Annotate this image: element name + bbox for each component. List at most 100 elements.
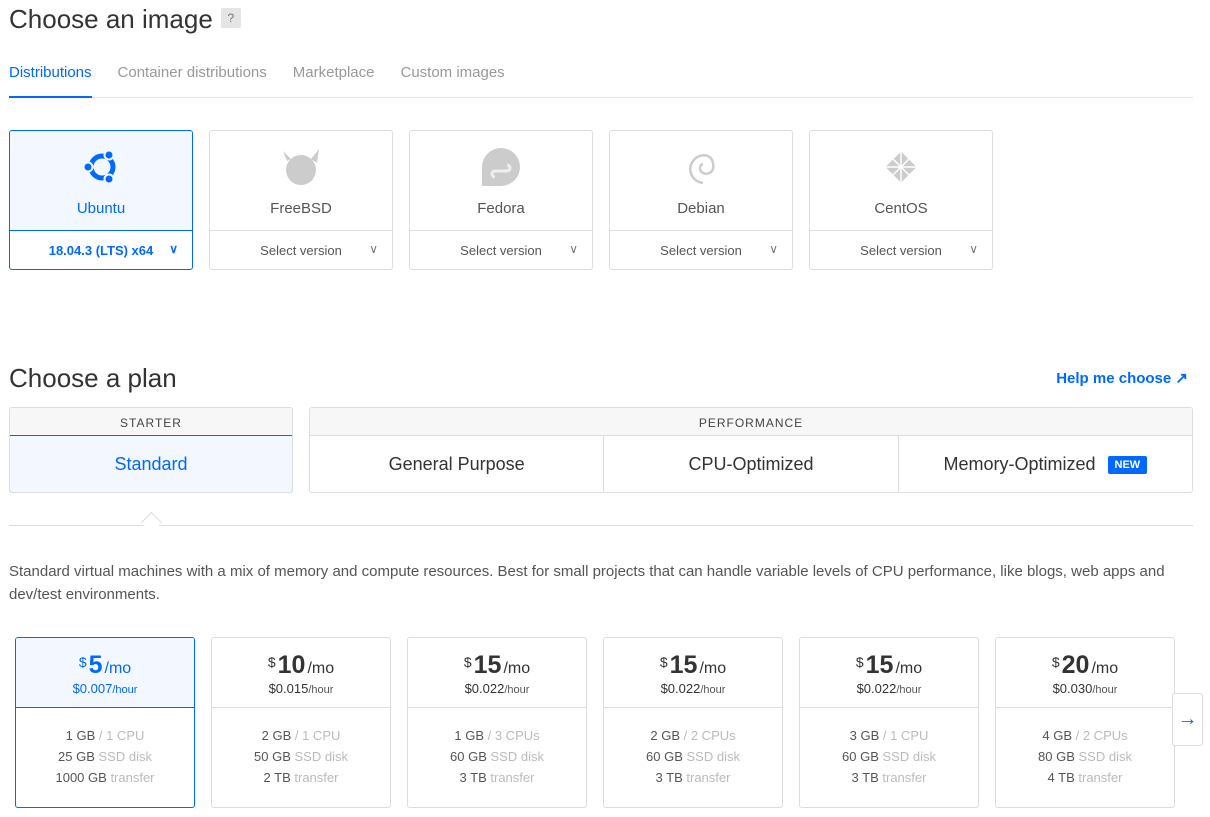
per-hour: /hour <box>1092 684 1117 696</box>
starter-header: STARTER <box>10 408 292 436</box>
per-hour: /hour <box>700 684 725 696</box>
hourly-amount: $0.007 <box>73 681 113 696</box>
memory-cpu: 1 GB / 3 CPUs <box>408 725 586 746</box>
plan-type-general-purpose[interactable]: General Purpose <box>310 436 604 493</box>
plan-description: Standard virtual machines with a mix of … <box>9 560 1199 606</box>
distro-card-fedora[interactable]: Fedora Select version∨ <box>409 130 593 270</box>
distro-card-debian[interactable]: Debian Select version ∨ <box>609 130 793 270</box>
disk: 60 GB SSD disk <box>604 746 782 767</box>
tab-custom-images[interactable]: Custom images <box>400 60 504 98</box>
memory-cpu: 2 GB / 2 CPUs <box>604 725 782 746</box>
memory: 3 GB <box>850 728 880 743</box>
currency: $ <box>464 654 472 670</box>
version-select[interactable]: Select version ∨ <box>410 231 592 270</box>
version-select[interactable]: 18.04.3 (LTS) x64 ∨ <box>10 231 192 270</box>
plan-card[interactable]: $20/mo $0.030/hour 4 GB / 2 CPUs 80 GB S… <box>995 637 1175 808</box>
plan-list: $5/mo $0.007/hour 1 GB / 1 CPU 25 GB SSD… <box>15 637 1175 808</box>
transfer: 4 TB transfer <box>996 767 1174 788</box>
performance-group: PERFORMANCE General Purpose CPU-Optimize… <box>309 407 1193 493</box>
per-month: /mo <box>699 660 726 677</box>
currency: $ <box>79 654 87 670</box>
currency: $ <box>660 654 668 670</box>
memory-cpu: 1 GB / 1 CPU <box>16 725 194 746</box>
disk: 60 GB SSD disk <box>408 746 586 767</box>
centos-logo-icon <box>881 147 921 187</box>
transfer-label: transfer <box>490 770 534 785</box>
distro-card-ubuntu[interactable]: Ubuntu 18.04.3 (LTS) x64 ∨ <box>9 130 193 270</box>
distro-card-centos[interactable]: CentOS Select version ∨ <box>809 130 993 270</box>
transfer: 3 TB transfer <box>604 767 782 788</box>
chevron-down-icon: ∨ <box>169 242 178 256</box>
monthly-amount: 5 <box>89 651 103 679</box>
chevron-down-icon: ∨ <box>769 242 778 256</box>
distro-name: Debian <box>610 200 792 217</box>
transfer: 3 TB transfer <box>408 767 586 788</box>
option-label: Memory-Optimized <box>943 454 1095 475</box>
distro-name: CentOS <box>810 200 992 217</box>
hourly-amount: $0.015 <box>269 681 309 696</box>
hourly-price: $0.022/hour <box>800 681 978 696</box>
distro-name: Ubuntu <box>10 200 192 217</box>
monthly-amount: 10 <box>278 651 306 679</box>
per-month: /mo <box>503 660 530 677</box>
transfer-amount: 3 TB <box>460 770 487 785</box>
tab-marketplace[interactable]: Marketplace <box>293 60 375 98</box>
transfer: 2 TB transfer <box>212 767 390 788</box>
title-text: Choose an image <box>9 4 213 34</box>
help-icon[interactable]: ? <box>221 8 241 28</box>
disk: 80 GB SSD disk <box>996 746 1174 767</box>
monthly-amount: 15 <box>866 651 894 679</box>
cpu: / 3 CPUs <box>488 728 540 743</box>
plan-card[interactable]: $10/mo $0.015/hour 2 GB / 1 CPU 50 GB SS… <box>211 637 391 808</box>
next-arrow-button[interactable]: → <box>1172 693 1203 746</box>
memory-cpu: 4 GB / 2 CPUs <box>996 725 1174 746</box>
distro-card-freebsd[interactable]: FreeBSD Select version ∨ <box>209 130 393 270</box>
version-value: Select version <box>660 243 742 258</box>
transfer-amount: 1000 GB <box>55 770 106 785</box>
plan-type-cpu-optimized[interactable]: CPU-Optimized <box>604 436 898 493</box>
plan-card[interactable]: $5/mo $0.007/hour 1 GB / 1 CPU 25 GB SSD… <box>15 637 195 808</box>
transfer: 3 TB transfer <box>800 767 978 788</box>
memory: 1 GB <box>454 728 484 743</box>
version-value: Select version <box>860 243 942 258</box>
currency: $ <box>1052 654 1060 670</box>
freebsd-logo-icon <box>281 147 321 187</box>
cpu: / 1 CPU <box>883 728 929 743</box>
image-section-title: Choose an image? <box>9 4 241 35</box>
version-value: Select version <box>460 243 542 258</box>
monthly-amount: 20 <box>1062 651 1090 679</box>
disk-size: 50 GB <box>254 749 291 764</box>
cpu: / 2 CPUs <box>684 728 736 743</box>
tab-distributions[interactable]: Distributions <box>9 60 92 98</box>
version-value: Select version <box>260 243 342 258</box>
plan-type-standard[interactable]: Standard <box>9 435 293 493</box>
chevron-down-icon: ∨ <box>369 242 378 256</box>
per-hour: /hour <box>112 684 137 696</box>
divider <box>9 525 1193 526</box>
monthly-amount: 15 <box>474 651 502 679</box>
distro-name: FreeBSD <box>210 200 392 217</box>
image-tabs: Distributions Container distributions Ma… <box>9 60 1193 98</box>
hourly-price: $0.022/hour <box>408 681 586 696</box>
chevron-down-icon: ∨ <box>569 242 578 256</box>
transfer-amount: 2 TB <box>264 770 291 785</box>
per-hour: /hour <box>896 684 921 696</box>
chevron-down-icon: ∨ <box>969 242 978 256</box>
plan-card[interactable]: $15/mo $0.022/hour 1 GB / 3 CPUs 60 GB S… <box>407 637 587 808</box>
plan-type-memory-optimized[interactable]: Memory-Optimized NEW <box>899 436 1192 493</box>
tab-container-distributions[interactable]: Container distributions <box>118 60 267 98</box>
plan-card[interactable]: $15/mo $0.022/hour 3 GB / 1 CPU 60 GB SS… <box>799 637 979 808</box>
transfer-label: transfer <box>1078 770 1122 785</box>
disk-label: SSD disk <box>1079 749 1132 764</box>
version-value: 18.04.3 (LTS) x64 <box>49 243 154 258</box>
help-me-choose-link[interactable]: Help me choose ↗ <box>1056 369 1188 387</box>
hourly-price: $0.015/hour <box>212 681 390 696</box>
debian-logo-icon <box>681 147 721 187</box>
disk-label: SSD disk <box>687 749 740 764</box>
new-badge: NEW <box>1108 456 1148 474</box>
version-select[interactable]: Select version ∨ <box>210 231 392 270</box>
monthly-price: $20/mo <box>996 651 1174 680</box>
version-select[interactable]: Select version ∨ <box>810 231 992 270</box>
plan-card[interactable]: $15/mo $0.022/hour 2 GB / 2 CPUs 60 GB S… <box>603 637 783 808</box>
version-select[interactable]: Select version ∨ <box>610 231 792 270</box>
